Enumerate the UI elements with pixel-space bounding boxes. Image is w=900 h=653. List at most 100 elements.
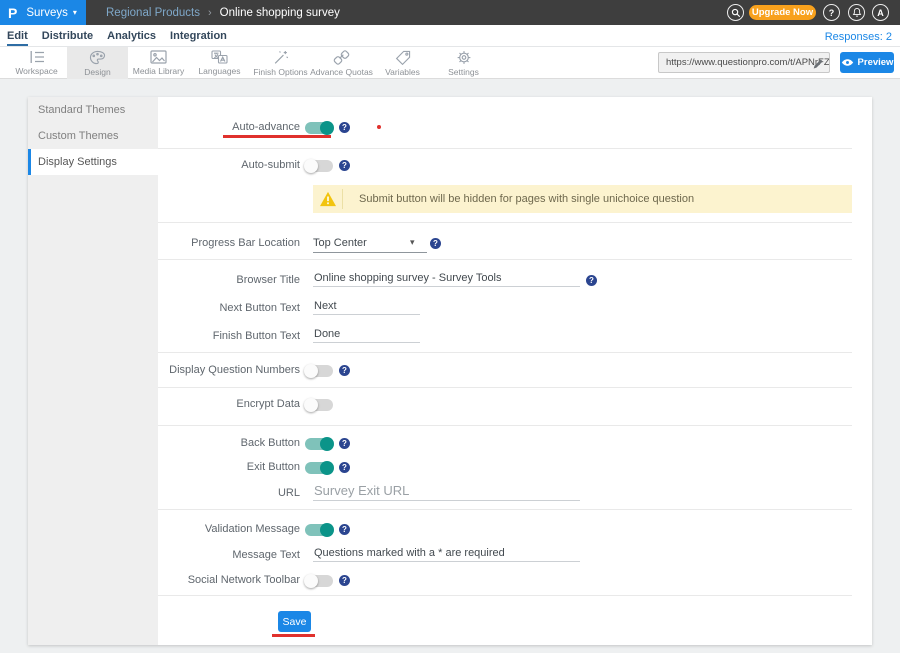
next-button-text-input[interactable] xyxy=(313,299,420,315)
sidebar-item-custom-themes[interactable]: Custom Themes xyxy=(28,123,158,149)
divider xyxy=(158,387,852,388)
divider xyxy=(158,259,852,260)
encrypt-data-label: Encrypt Data xyxy=(158,398,300,410)
tab-integration[interactable]: Integration xyxy=(170,30,227,46)
notifications-button[interactable] xyxy=(848,4,865,21)
validation-message-toggle[interactable] xyxy=(305,524,333,536)
auto-submit-toggle[interactable] xyxy=(305,160,333,172)
progress-bar-location-select[interactable]: Top Center xyxy=(313,237,367,249)
breadcrumb-separator-icon: › xyxy=(208,7,212,19)
topbar: P Surveys ▾ Regional Products › Online s… xyxy=(0,0,900,25)
exit-button-help-icon[interactable]: ? xyxy=(339,462,350,473)
dropdown-underline xyxy=(313,252,427,253)
back-button-help-icon[interactable]: ? xyxy=(339,438,350,449)
validation-message-label: Validation Message xyxy=(158,523,300,535)
avatar: A xyxy=(877,8,884,18)
toolbar-label: Design xyxy=(84,67,110,77)
auto-submit-label: Auto-submit xyxy=(158,159,300,171)
warning-icon-column xyxy=(313,189,343,209)
toolbar-item-media-library[interactable]: Media Library xyxy=(128,47,189,79)
preview-button[interactable]: Preview xyxy=(840,52,894,73)
toolbar-item-finish-options[interactable]: Finish Options xyxy=(250,47,311,79)
finish-button-text-input[interactable] xyxy=(313,327,420,343)
surveys-menu-label: Surveys xyxy=(26,7,68,19)
validation-message-help-icon[interactable]: ? xyxy=(339,524,350,535)
toolbar-label: Advance Quotas xyxy=(310,67,373,77)
workspace-icon xyxy=(29,50,45,64)
survey-nav-tabs: Edit Distribute Analytics Integration xyxy=(0,25,900,46)
toolbar-label: Finish Options xyxy=(253,67,307,77)
toolbar-item-variables[interactable]: Variables xyxy=(372,47,433,79)
toggle-knob xyxy=(320,437,334,451)
sidebar-item-display-settings[interactable]: Display Settings xyxy=(28,149,158,175)
message-text-input[interactable] xyxy=(313,546,580,562)
exit-button-label: Exit Button xyxy=(158,461,300,473)
toolbar-item-workspace[interactable]: Workspace xyxy=(6,47,67,79)
back-button-toggle[interactable] xyxy=(305,438,333,450)
divider xyxy=(158,222,852,223)
warning-banner: Submit button will be hidden for pages w… xyxy=(313,185,852,213)
toolbar-item-design[interactable]: Design xyxy=(67,47,128,79)
divider xyxy=(158,509,852,510)
auto-advance-help-icon[interactable]: ? xyxy=(339,122,350,133)
surveys-menu[interactable]: Surveys ▾ xyxy=(26,7,77,19)
media-library-icon xyxy=(150,50,167,64)
responses-count-link[interactable]: Responses: 2 xyxy=(825,31,892,43)
tab-analytics[interactable]: Analytics xyxy=(107,30,156,46)
breadcrumb-parent[interactable]: Regional Products xyxy=(106,7,200,19)
warning-text: Submit button will be hidden for pages w… xyxy=(343,193,694,205)
auto-submit-help-icon[interactable]: ? xyxy=(339,160,350,171)
design-icon xyxy=(89,50,106,65)
divider xyxy=(158,595,852,596)
toolbar-label: Variables xyxy=(385,67,420,77)
display-question-numbers-toggle[interactable] xyxy=(305,365,333,377)
sidebar-item-standard-themes[interactable]: Standard Themes xyxy=(28,97,158,123)
toolbar-item-settings[interactable]: Settings xyxy=(433,47,494,79)
divider xyxy=(158,352,852,353)
breadcrumb: Regional Products › Online shopping surv… xyxy=(106,0,340,25)
questionpro-logo-icon[interactable]: P xyxy=(8,5,17,21)
tab-distribute[interactable]: Distribute xyxy=(42,30,93,46)
annotation-underline-save xyxy=(272,634,315,637)
toolbar-item-advance-quotas[interactable]: Advance Quotas xyxy=(311,47,372,79)
exit-url-input[interactable] xyxy=(313,482,580,501)
annotation-underline-auto-advance xyxy=(223,135,331,138)
design-sidebar: Standard Themes Custom Themes Display Se… xyxy=(28,97,158,645)
display-question-numbers-help-icon[interactable]: ? xyxy=(339,365,350,376)
exit-url-label: URL xyxy=(158,487,300,499)
social-network-toolbar-help-icon[interactable]: ? xyxy=(339,575,350,586)
edit-url-pencil-icon[interactable] xyxy=(812,57,824,75)
message-text-label: Message Text xyxy=(158,549,300,561)
survey-url-box[interactable]: https://www.questionpro.com/t/APNrFZ xyxy=(658,52,830,73)
toggle-knob xyxy=(304,574,318,588)
exit-button-toggle[interactable] xyxy=(305,462,333,474)
browser-title-help-icon[interactable]: ? xyxy=(586,275,597,286)
toggle-knob xyxy=(320,461,334,475)
avatar-button[interactable]: A xyxy=(872,4,889,21)
save-button[interactable]: Save xyxy=(278,611,311,632)
help-button[interactable]: ? xyxy=(823,4,840,21)
social-network-toolbar-label: Social Network Toolbar xyxy=(158,574,300,586)
tab-edit[interactable]: Edit xyxy=(7,30,28,46)
settings-icon xyxy=(456,50,472,65)
auto-advance-toggle[interactable] xyxy=(305,122,333,134)
toolbar-item-languages[interactable]: Languages xyxy=(189,47,250,79)
browser-title-label: Browser Title xyxy=(158,274,300,286)
toggle-knob xyxy=(304,364,318,378)
social-network-toolbar-toggle[interactable] xyxy=(305,575,333,587)
search-button[interactable] xyxy=(727,4,744,21)
question-mark-icon: ? xyxy=(829,8,835,18)
variables-icon xyxy=(395,50,411,65)
auto-advance-label: Auto-advance xyxy=(158,121,300,133)
advance-quotas-icon xyxy=(333,50,350,65)
languages-icon xyxy=(211,50,228,64)
display-settings-form: Auto-advance ? Auto-submit ? Submit butt… xyxy=(158,97,872,645)
browser-title-input[interactable] xyxy=(313,271,580,287)
toolbar-label: Media Library xyxy=(133,66,185,76)
dropdown-caret-icon[interactable]: ▾ xyxy=(410,237,415,248)
finish-button-text-label: Finish Button Text xyxy=(158,330,300,342)
warning-triangle-icon xyxy=(319,191,337,207)
encrypt-data-toggle[interactable] xyxy=(305,399,333,411)
upgrade-button[interactable]: Upgrade Now xyxy=(749,5,816,20)
progress-bar-location-help-icon[interactable]: ? xyxy=(430,238,441,249)
